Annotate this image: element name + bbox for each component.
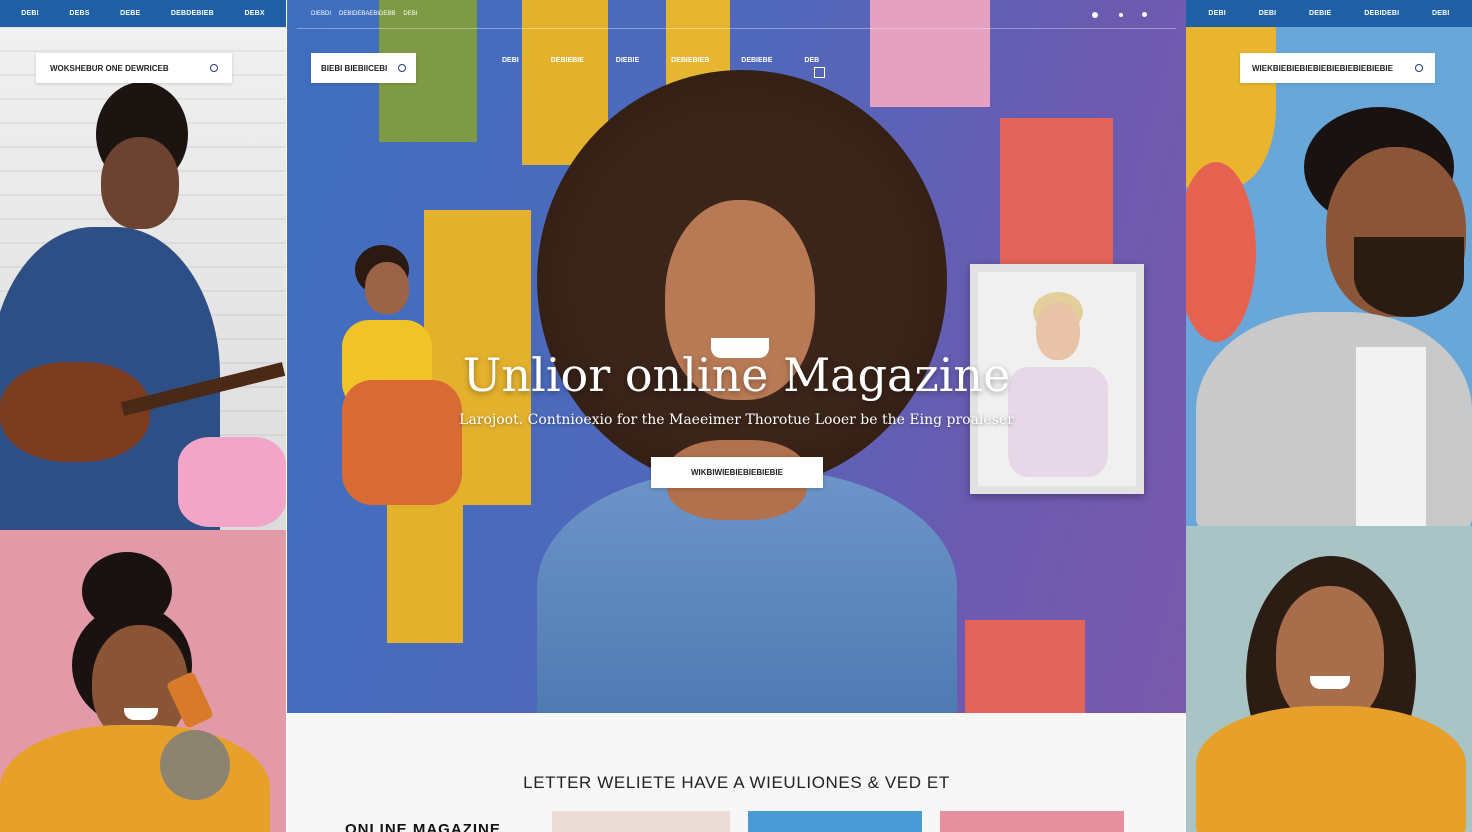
plush-toy [160, 730, 230, 800]
pink-jacket [178, 437, 286, 527]
search-text: WOKSHEBUR ONE DEWRICEB [50, 63, 169, 73]
mustard-sweater [1196, 706, 1466, 832]
search-icon[interactable] [398, 64, 406, 72]
right-nav: DEBI DEBI DEBIE DEBIDEBI DEBI [1186, 0, 1472, 27]
pink-block [870, 0, 990, 107]
yellow-block-bottom [387, 505, 463, 643]
nav-link[interactable]: DEBI [21, 10, 39, 17]
mustard-sweater [0, 725, 270, 832]
nav-link[interactable]: DEBI [1208, 10, 1226, 17]
nav-link[interactable]: DEBIE [1309, 10, 1331, 17]
nav-link[interactable]: DEBI [403, 11, 417, 17]
nav-link[interactable]: DEB [804, 57, 819, 64]
nav-link[interactable]: DEBI [1432, 10, 1450, 17]
hero-title: Unlior online Magazine [462, 348, 1011, 402]
left-nav: DEBI DEBS DEBE DEBDEBIEB DEBX [0, 0, 286, 27]
nav-link[interactable]: DEBIDEBAEBIDEBB [339, 11, 395, 17]
section-label: ONLINE MAGAZINE [345, 821, 501, 832]
cart-icon[interactable] [814, 67, 825, 78]
bottom-section: LETTER WELIETE HAVE A WIEULIONES & VED E… [287, 713, 1186, 832]
coral-shape [1186, 162, 1256, 342]
left-bottom-photo [0, 530, 286, 832]
right-top-photo [1186, 27, 1472, 532]
hero-search-box[interactable]: BIEBI BIEBIICEBI [311, 53, 416, 83]
left-panel: DEBI DEBS DEBE DEBDEBIEB DEBX WOKSHEBUR … [0, 0, 286, 832]
search-icon[interactable] [1415, 64, 1423, 72]
hero-subtitle: Larojoot. Contnioexio for the Maeeimer T… [459, 412, 1014, 428]
social-dot-icon[interactable] [1092, 12, 1098, 18]
nav-link[interactable]: DEBX [244, 10, 264, 17]
nav-link[interactable]: DEBS [69, 10, 89, 17]
sitting-person-face [365, 262, 409, 314]
person-beard [1354, 237, 1464, 317]
nav-link[interactable]: DIEBIE [616, 57, 639, 64]
white-shirt [1356, 347, 1426, 527]
person-smile [124, 708, 158, 720]
article-card[interactable] [552, 811, 730, 832]
search-text: WIEKBIEBIEBIEBIEBIEBIEBIEBIEBIE [1252, 63, 1393, 73]
search-icon[interactable] [210, 64, 218, 72]
nav-link[interactable]: DEBDEBIEB [171, 10, 214, 17]
social-dot-icon[interactable] [1119, 13, 1123, 17]
right-panel: DEBI DEBI DEBIE DEBIDEBI DEBI WIEKBIEBIE… [1186, 0, 1472, 832]
hero-section: DIEBDI DEBIDEBAEBIDEBB DEBI BIEBI BIEBII… [287, 0, 1186, 713]
yellow-shape [1186, 27, 1276, 187]
right-search-box[interactable]: WIEKBIEBIEBIEBIEBIEBIEBIEBIEBIE [1240, 53, 1435, 83]
coral-block-right [1000, 118, 1113, 270]
left-search-box[interactable]: WOKSHEBUR ONE DEWRICEB [36, 53, 232, 83]
search-text: BIEBI BIEBIICEBI [321, 63, 388, 73]
nav-link[interactable]: DEBI [1259, 10, 1277, 17]
hero-nav: DEBI DEBIEBIE DIEBIE DEBIEBIEB DEBIEBE D… [502, 57, 819, 64]
nav-link[interactable]: DIEBDI [311, 11, 331, 17]
article-card[interactable] [940, 811, 1124, 832]
nav-link[interactable]: DEBIEBIEB [671, 57, 709, 64]
social-dot-icon[interactable] [1142, 12, 1147, 17]
nav-link[interactable]: DEBI [502, 57, 519, 64]
nav-link[interactable]: DEBIEBIE [551, 57, 584, 64]
section-heading: LETTER WELIETE HAVE A WIEULIONES & VED E… [523, 773, 950, 792]
hero-divider [297, 28, 1176, 29]
coral-block-bottom [965, 620, 1085, 713]
nav-link[interactable]: DEBIDEBI [1364, 10, 1399, 17]
grey-jacket [1196, 312, 1472, 532]
right-bottom-photo [1186, 526, 1472, 832]
person-smile [1310, 676, 1350, 689]
person-face [1276, 586, 1384, 726]
hero-tiny-nav: DIEBDI DEBIDEBAEBIDEBB DEBI [311, 11, 417, 17]
article-card[interactable] [748, 811, 922, 832]
nav-link[interactable]: DEBE [120, 10, 140, 17]
nav-link[interactable]: DEBIEBE [741, 57, 772, 64]
person-face [101, 137, 179, 229]
left-top-photo [0, 27, 286, 557]
hero-cta-button[interactable]: WIKBIWIEBIEBIEBIEBIE [651, 457, 823, 488]
